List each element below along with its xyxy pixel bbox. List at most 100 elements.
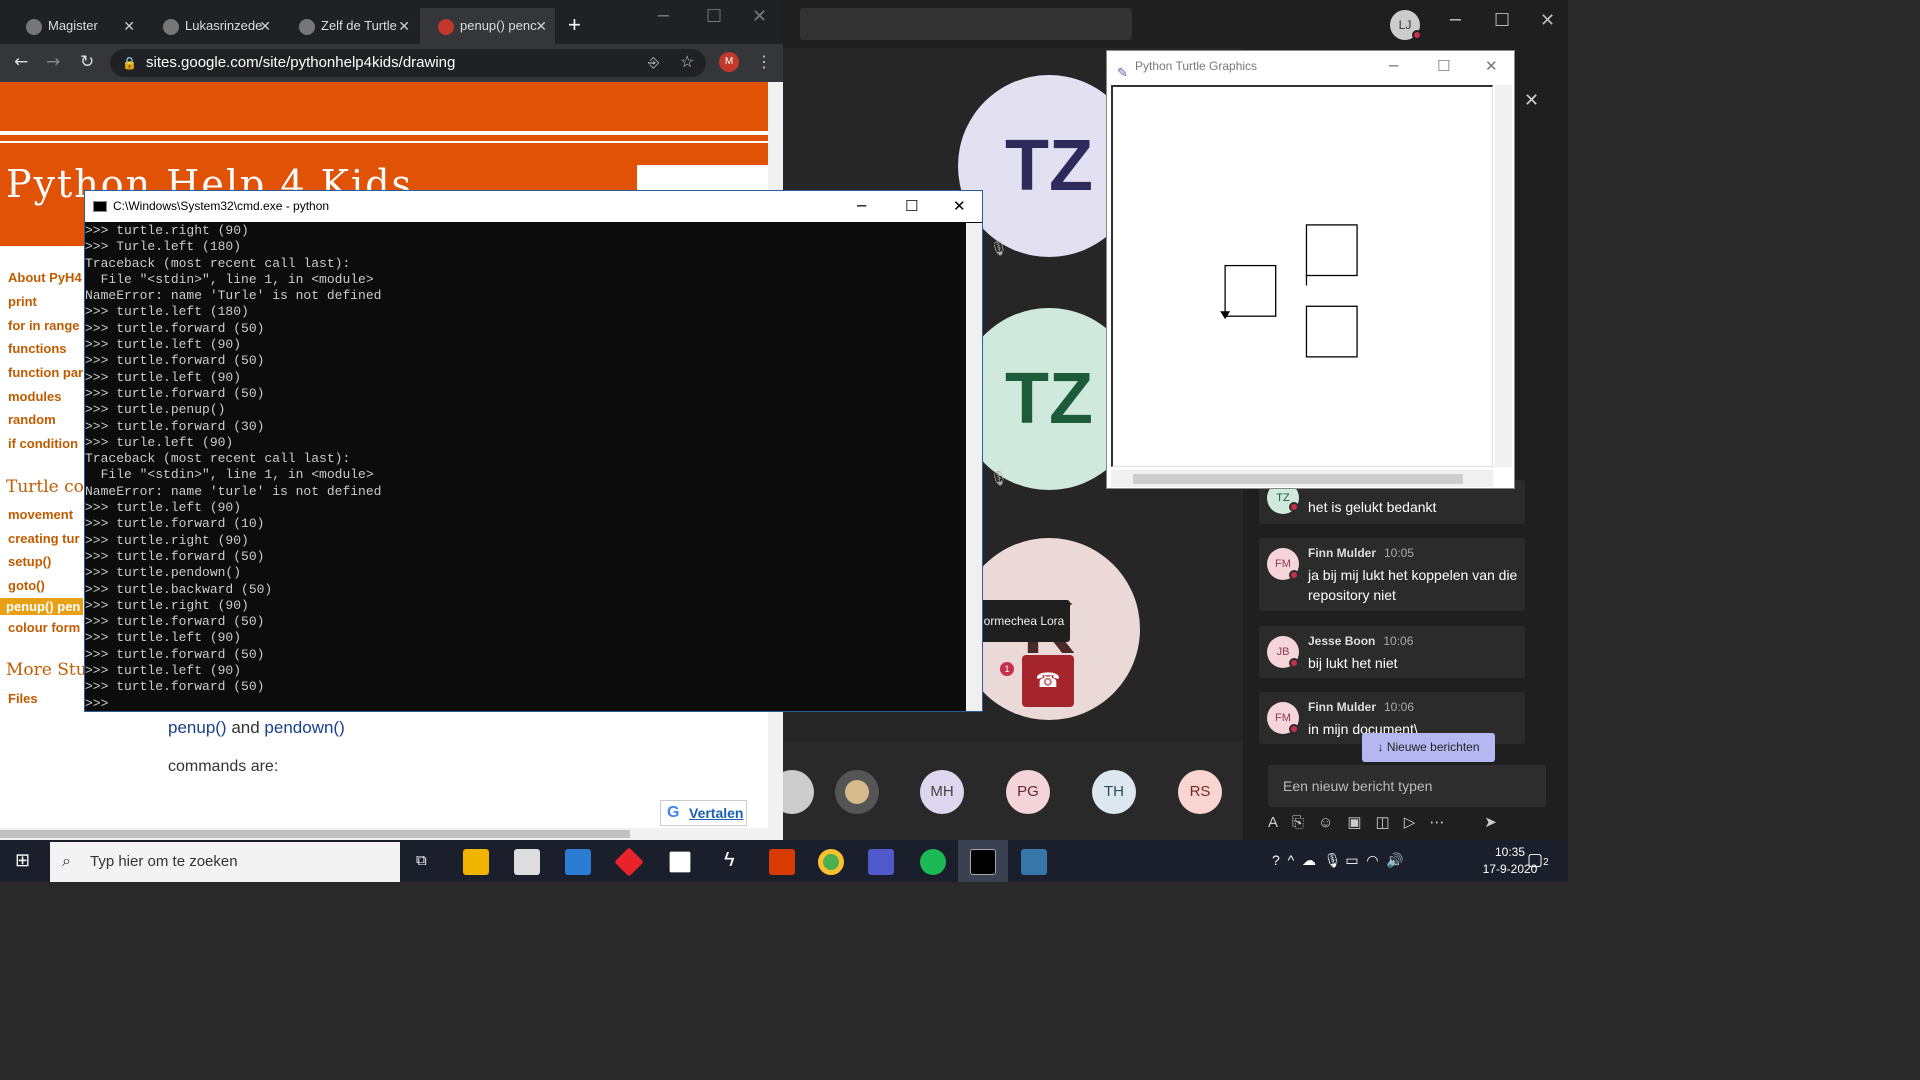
wifi-icon[interactable]: ◠ — [1366, 852, 1378, 868]
mail-icon[interactable] — [565, 849, 591, 875]
roster-avatar-photo[interactable] — [835, 770, 879, 814]
console-line: Traceback (most recent call last): — [85, 451, 351, 467]
teams-icon[interactable] — [868, 849, 894, 875]
new-tab-button[interactable]: + — [568, 12, 581, 38]
store-icon[interactable] — [514, 849, 540, 875]
nav-link[interactable]: colour form — [8, 620, 80, 635]
maximize-icon[interactable]: ☐ — [706, 6, 722, 27]
new-messages-button[interactable]: ↓ Nieuwe berichten — [1362, 733, 1495, 762]
close-icon[interactable]: ✕ — [1485, 51, 1498, 81]
nav-link[interactable]: About PyH4 — [8, 270, 82, 285]
close-icon[interactable]: ✕ — [953, 191, 966, 222]
nav-link-active[interactable]: penup() pen — [6, 599, 80, 614]
tab-github[interactable]: Lukasrinzede ✕ — [145, 8, 279, 44]
tab-penup[interactable]: penup() penc ✕ — [420, 8, 555, 44]
more-options-icon[interactable]: ⋯ — [1429, 814, 1444, 831]
roster-avatar[interactable]: RS — [1178, 770, 1222, 814]
chevron-up-icon[interactable]: ^ — [1288, 852, 1295, 868]
profile-avatar[interactable]: M — [719, 52, 739, 72]
participant-initials: TZ — [1005, 359, 1093, 439]
close-icon[interactable]: ✕ — [752, 6, 767, 27]
minimize-icon[interactable]: ─ — [658, 6, 669, 27]
message-text: bij lukt het niet — [1308, 655, 1398, 671]
battery-icon[interactable]: ▭ — [1345, 852, 1358, 868]
onedrive-icon[interactable]: ☁ — [1302, 852, 1316, 868]
emoji-icon[interactable]: ☺ — [1318, 814, 1333, 831]
message-time: 10:06 — [1383, 634, 1414, 648]
cmd-taskbar-icon[interactable] — [970, 849, 996, 875]
chrome-icon[interactable] — [818, 849, 844, 875]
minimize-icon[interactable]: ─ — [1389, 51, 1398, 81]
format-icon[interactable]: A — [1268, 814, 1278, 831]
spotify-icon[interactable] — [920, 849, 946, 875]
send-icon[interactable]: ➤ — [1484, 814, 1497, 831]
scrollbar-thumb[interactable] — [1133, 474, 1463, 484]
meet-icon[interactable]: ▷ — [1404, 814, 1416, 831]
author-name: Finn Mulder — [1308, 546, 1376, 560]
turtle-cursor-icon — [1220, 311, 1231, 320]
forward-icon[interactable]: → — [46, 52, 60, 72]
nav-link[interactable]: modules — [8, 389, 61, 404]
maximize-icon[interactable]: ☐ — [1437, 51, 1450, 81]
sticker-icon[interactable]: ◫ — [1376, 814, 1390, 831]
minimize-icon[interactable]: ─ — [857, 191, 866, 222]
nav-link[interactable]: Files — [8, 691, 38, 706]
help-icon[interactable]: ? — [1272, 852, 1280, 868]
tab-close-icon[interactable]: ✕ — [259, 8, 271, 44]
nav-link[interactable]: function par — [8, 365, 83, 380]
tab-magister[interactable]: Magister ✕ — [8, 8, 143, 44]
back-icon[interactable]: ← — [14, 52, 28, 72]
file-explorer-icon[interactable] — [463, 849, 489, 875]
nav-link[interactable]: functions — [8, 341, 67, 356]
tab-close-icon[interactable]: ✕ — [398, 8, 410, 44]
nav-link[interactable]: creating tur — [8, 531, 80, 546]
nav-link[interactable]: movement — [8, 507, 73, 522]
menu-icon[interactable]: ⋮ — [756, 52, 772, 72]
vertical-scrollbar[interactable] — [966, 223, 982, 711]
app-icon[interactable]: ϟ — [724, 849, 735, 872]
volume-icon[interactable]: 🔊 — [1386, 852, 1403, 868]
console-line: >>> turle.left (90) — [85, 434, 234, 450]
windows-start-icon[interactable]: ⊞ — [15, 850, 30, 871]
nav-link[interactable]: setup() — [8, 554, 51, 569]
reload-icon[interactable]: ↻ — [80, 52, 94, 72]
console-line: >>> turtle.forward (50) — [85, 548, 265, 564]
tab-close-icon[interactable]: ✕ — [535, 8, 547, 44]
chat-close-icon[interactable]: ✕ — [1524, 90, 1539, 111]
nav-link[interactable]: random — [8, 412, 56, 427]
scrollbar-thumb[interactable] — [0, 830, 630, 838]
maximize-icon[interactable]: ☐ — [1494, 10, 1510, 31]
roster-avatar[interactable]: MH — [920, 770, 964, 814]
vertical-scrollbar[interactable] — [1495, 85, 1512, 467]
translate-button[interactable]: G Vertalen — [660, 800, 747, 826]
bookmark-star-icon[interactable]: ☆ — [680, 52, 694, 72]
console-output[interactable]: >>> turtle.right (90) >>> Turle.left (180… — [85, 223, 965, 711]
attach-icon[interactable]: ⎘ — [1292, 814, 1304, 831]
nav-link[interactable]: print — [8, 294, 37, 309]
nav-link[interactable]: goto() — [8, 578, 45, 593]
close-icon[interactable]: ✕ — [1540, 10, 1555, 31]
gif-icon[interactable]: ▣ — [1347, 814, 1361, 831]
taskbar-search[interactable]: ⌕ Typ hier om te zoeken — [50, 842, 400, 882]
office-icon[interactable] — [769, 849, 795, 875]
console-line: >>> Turle.left (180) — [85, 239, 242, 255]
hang-up-button[interactable]: ☎ — [1022, 655, 1074, 707]
nav-link[interactable]: for in range — [8, 318, 80, 333]
task-view-icon[interactable]: ⧉ — [416, 852, 427, 869]
minimize-icon[interactable]: ─ — [1450, 10, 1461, 31]
nav-link[interactable]: if condition — [8, 436, 78, 451]
roster-avatar[interactable]: TH — [1092, 770, 1136, 814]
maximize-icon[interactable]: ☐ — [905, 191, 918, 222]
tab-turtle[interactable]: Zelf de Turtle ✕ — [281, 8, 418, 44]
roster-avatar[interactable]: PG — [1006, 770, 1050, 814]
tab-favicon — [26, 19, 42, 35]
dropbox-icon[interactable] — [669, 851, 691, 873]
address-bar[interactable]: 🔒 sites.google.com/site/pythonhelp4kids/d… — [110, 49, 706, 77]
translate-icon[interactable]: ⎆ — [648, 54, 659, 71]
teams-search-bar[interactable] — [800, 8, 1132, 40]
tab-close-icon[interactable]: ✕ — [123, 8, 135, 44]
notification-icon[interactable]: ▢2 — [1527, 850, 1549, 870]
microphone-icon[interactable]: 🎙 — [1324, 852, 1342, 868]
compose-message-input[interactable]: Een nieuw bericht typen — [1268, 765, 1546, 807]
python-icon[interactable] — [1021, 849, 1047, 875]
